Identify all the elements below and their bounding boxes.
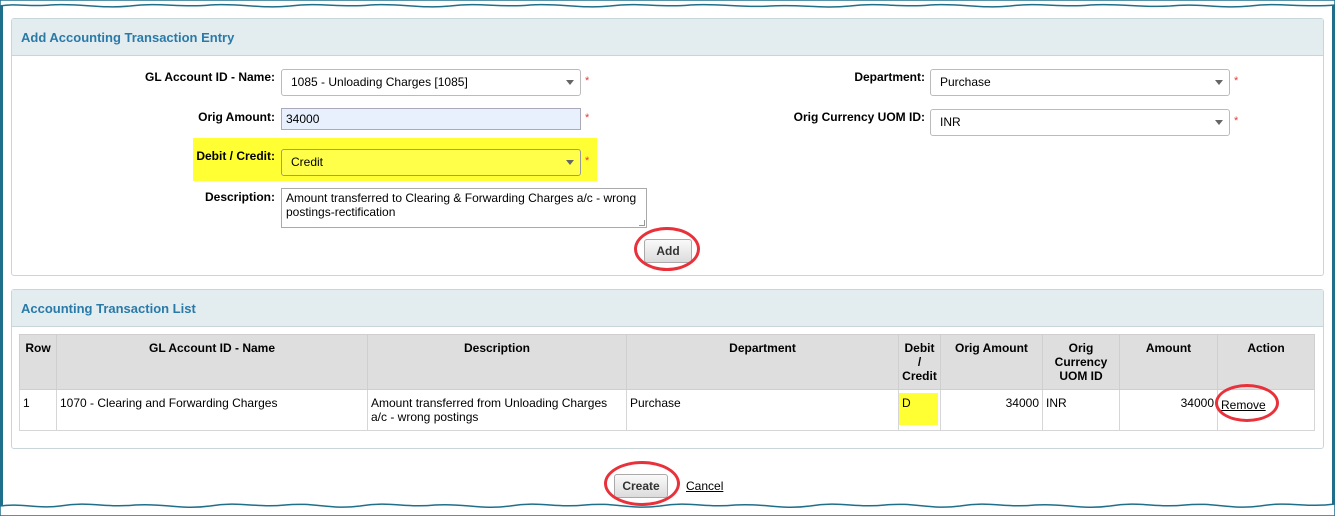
resize-handle-icon[interactable] [639, 220, 645, 226]
cell-gl-account: 1070 - Clearing and Forwarding Charges [57, 390, 368, 431]
chevron-down-icon [1215, 120, 1223, 125]
transaction-table: Row GL Account ID - Name Description Dep… [19, 334, 1315, 431]
column-header-row: Row [20, 335, 57, 390]
column-header-department: Department [627, 335, 899, 390]
required-marker: * [1234, 115, 1238, 127]
orig-amount-input[interactable]: 34000 [281, 108, 581, 130]
description-textarea[interactable]: Amount transferred to Clearing & Forward… [281, 188, 647, 228]
orig-amount-label: Orig Amount: [142, 110, 275, 124]
add-transaction-entry-panel: Add Accounting Transaction Entry GL Acco… [11, 18, 1324, 276]
required-marker: * [585, 75, 589, 87]
cell-department: Purchase [627, 390, 899, 431]
column-header-description: Description [368, 335, 627, 390]
cell-currency: INR [1043, 390, 1120, 431]
gl-account-select[interactable]: 1085 - Unloading Charges [1085] [281, 69, 581, 96]
description-text: Amount transferred to Clearing & Forward… [286, 191, 636, 219]
remove-link[interactable]: Remove [1221, 398, 1266, 412]
department-select[interactable]: Purchase [930, 69, 1230, 96]
torn-edge-top [0, 0, 1335, 12]
required-marker: * [1234, 75, 1238, 87]
orig-currency-value: INR [940, 115, 961, 129]
chevron-down-icon [1215, 80, 1223, 85]
cell-description: Amount transferred from Unloading Charge… [368, 390, 627, 431]
column-header-orig-currency: Orig Currency UOM ID [1043, 335, 1120, 390]
debit-credit-select[interactable]: Credit [281, 149, 581, 176]
debit-credit-highlight-value: D [899, 393, 938, 425]
table-row: 1 1070 - Clearing and Forwarding Charges… [20, 390, 1315, 431]
required-marker: * [585, 112, 589, 124]
required-marker: * [585, 155, 589, 167]
cancel-link[interactable]: Cancel [686, 479, 723, 493]
column-header-orig-amount: Orig Amount [941, 335, 1043, 390]
cell-orig-amount: 34000 [941, 390, 1043, 431]
transaction-list-panel: Accounting Transaction List Row GL Accou… [11, 289, 1324, 449]
table-header-row: Row GL Account ID - Name Description Dep… [20, 335, 1315, 390]
cell-action: Remove [1218, 390, 1315, 431]
torn-edge-bottom [0, 498, 1335, 516]
chevron-down-icon [566, 80, 574, 85]
gl-account-value: 1085 - Unloading Charges [1085] [291, 75, 468, 89]
cell-row: 1 [20, 390, 57, 431]
add-button[interactable]: Add [644, 239, 692, 263]
chevron-down-icon [566, 160, 574, 165]
debit-credit-value: Credit [291, 155, 323, 169]
entry-panel-title: Add Accounting Transaction Entry [12, 19, 1323, 56]
create-button[interactable]: Create [614, 474, 668, 498]
department-value: Purchase [940, 75, 991, 89]
column-header-debit-credit: Debit / Credit [899, 335, 941, 390]
debit-credit-label: Debit / Credit: [152, 149, 275, 163]
column-header-gl-account: GL Account ID - Name [57, 335, 368, 390]
cell-debit-credit: D [899, 390, 941, 431]
orig-currency-label: Orig Currency UOM ID: [752, 110, 925, 124]
column-header-action: Action [1218, 335, 1315, 390]
cell-amount: 34000 [1120, 390, 1218, 431]
list-panel-title: Accounting Transaction List [12, 290, 1323, 327]
description-label: Description: [152, 190, 275, 204]
gl-account-label: GL Account ID - Name: [102, 70, 275, 84]
department-label: Department: [782, 70, 925, 84]
column-header-amount: Amount [1120, 335, 1218, 390]
orig-currency-select[interactable]: INR [930, 109, 1230, 136]
